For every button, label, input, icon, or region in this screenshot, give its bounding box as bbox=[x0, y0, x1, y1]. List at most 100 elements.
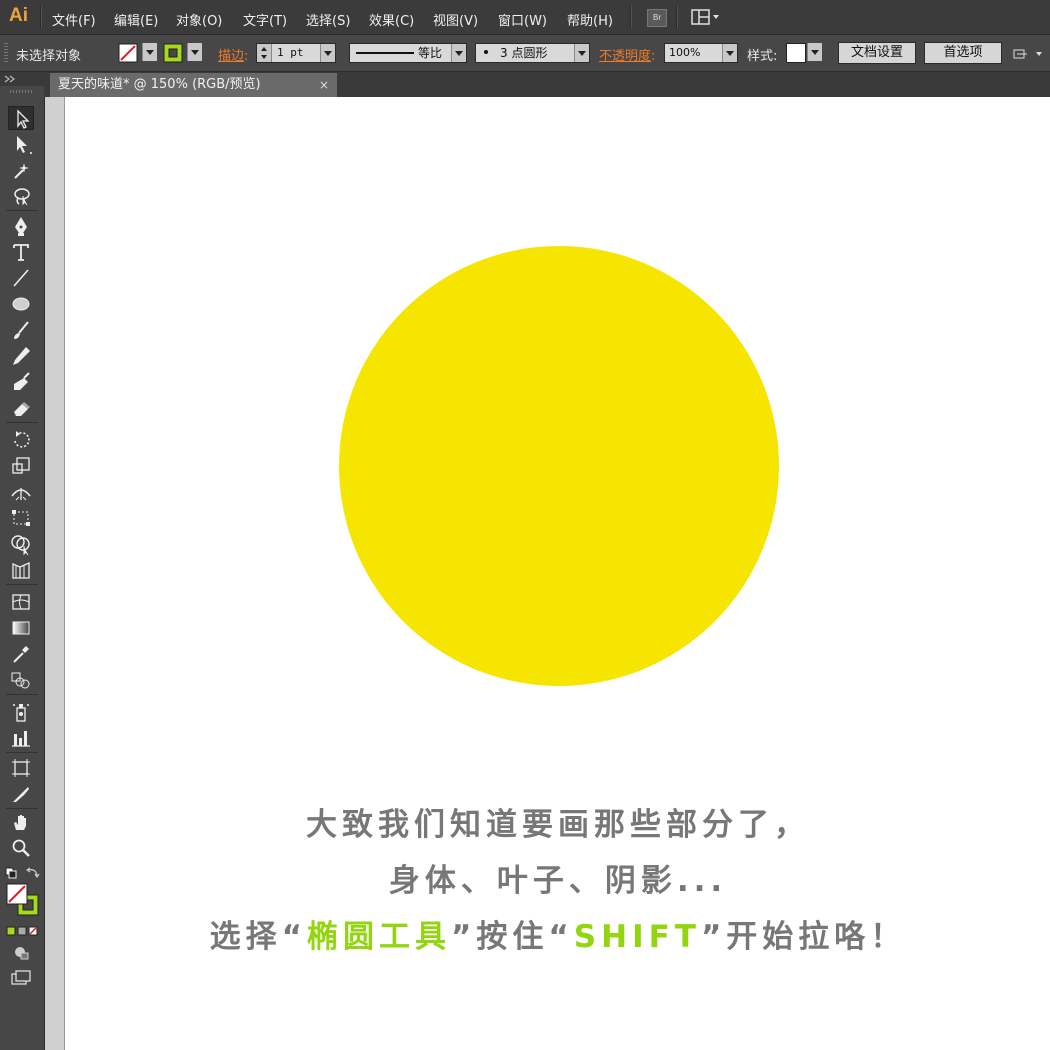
artboard-icon bbox=[12, 759, 30, 777]
selection-tool[interactable] bbox=[8, 106, 34, 130]
magic-wand-icon bbox=[14, 163, 29, 179]
tool-divider bbox=[6, 584, 38, 585]
column-graph-tool[interactable] bbox=[8, 726, 34, 750]
screen-mode-button[interactable] bbox=[10, 969, 34, 987]
line-segment-tool[interactable] bbox=[8, 266, 34, 290]
pencil-icon bbox=[13, 347, 30, 365]
pencil-tool[interactable] bbox=[8, 344, 34, 368]
stroke-swatch-icon bbox=[163, 43, 183, 63]
stroke-weight-value: 1 pt bbox=[277, 46, 304, 59]
stepper-icon[interactable] bbox=[257, 44, 272, 62]
selection-status: 未选择对象 bbox=[16, 49, 82, 64]
opacity-panel-link[interactable]: 不透明度: bbox=[599, 45, 655, 64]
rotate-tool[interactable] bbox=[8, 428, 34, 452]
shape-builder-icon bbox=[11, 535, 30, 556]
style-label: 样式: bbox=[747, 49, 778, 64]
perspective-grid-tool[interactable] bbox=[8, 558, 34, 582]
zoom-tool[interactable] bbox=[8, 836, 34, 860]
control-panel-menu-button[interactable] bbox=[1012, 45, 1046, 63]
chevron-down-icon bbox=[187, 43, 202, 61]
panel-menu-icon bbox=[1013, 49, 1042, 59]
opacity-field[interactable]: 100% bbox=[664, 43, 738, 63]
menu-type[interactable]: 文字(T) bbox=[243, 10, 287, 29]
menu-effect[interactable]: 效果(C) bbox=[369, 10, 414, 29]
shift-key-highlight: SHIFT bbox=[573, 919, 701, 955]
arrange-documents-button[interactable] bbox=[691, 9, 721, 25]
opacity-label[interactable]: 不透明度 bbox=[599, 49, 651, 64]
graphic-style-dropdown[interactable] bbox=[786, 43, 822, 63]
screen-mode-icon bbox=[11, 970, 31, 985]
paintbrush-icon bbox=[14, 321, 29, 339]
panel-grip[interactable] bbox=[10, 90, 34, 93]
magic-wand-tool[interactable] bbox=[8, 158, 34, 182]
stroke-panel-link[interactable]: 描边: bbox=[218, 45, 248, 64]
drawing-mode-button[interactable] bbox=[12, 945, 32, 961]
tool-divider bbox=[6, 210, 38, 211]
type-tool[interactable] bbox=[8, 240, 34, 264]
document-setup-button[interactable]: 文档设置 bbox=[838, 42, 916, 64]
hand-icon bbox=[14, 815, 26, 830]
menu-view[interactable]: 视图(V) bbox=[433, 10, 478, 29]
collapse-chevron-icon bbox=[4, 75, 15, 83]
menu-file[interactable]: 文件(F) bbox=[52, 10, 96, 29]
menu-object[interactable]: 对象(O) bbox=[176, 10, 222, 29]
close-icon[interactable]: × bbox=[319, 73, 329, 97]
artboard-tool[interactable] bbox=[8, 756, 34, 780]
mesh-tool[interactable] bbox=[8, 590, 34, 614]
lasso-tool[interactable] bbox=[8, 184, 34, 208]
panel-grip[interactable] bbox=[4, 43, 8, 63]
symbol-sprayer-tool[interactable] bbox=[8, 700, 34, 724]
fill-color-dropdown[interactable] bbox=[118, 43, 158, 63]
tools-panel-header[interactable] bbox=[0, 72, 44, 86]
pen-tool[interactable] bbox=[8, 214, 34, 238]
tutorial-caption-line-3: 选择“椭圆工具”按住“SHIFT”开始拉咯！ bbox=[65, 911, 1050, 956]
variable-width-profile-dropdown[interactable]: 等比 bbox=[349, 43, 467, 63]
menu-separator bbox=[630, 6, 632, 28]
menu-window[interactable]: 窗口(W) bbox=[498, 10, 547, 29]
brush-definition-dropdown[interactable]: 3 点圆形 bbox=[475, 43, 590, 63]
color-gradient-none-icons bbox=[6, 926, 38, 936]
slice-knife-icon bbox=[13, 787, 29, 802]
stroke-color-dropdown[interactable] bbox=[163, 43, 203, 63]
stroke-weight-field[interactable]: 1 pt bbox=[256, 43, 336, 63]
yellow-circle-shape[interactable] bbox=[339, 246, 779, 686]
shape-builder-tool[interactable] bbox=[8, 532, 34, 556]
stroke-profile-label: 等比 bbox=[418, 46, 443, 60]
menu-edit[interactable]: 编辑(E) bbox=[114, 10, 158, 29]
hand-tool[interactable] bbox=[8, 810, 34, 834]
width-tool[interactable] bbox=[8, 480, 34, 504]
stroke-label[interactable]: 描边 bbox=[218, 49, 244, 64]
paintbrush-tool[interactable] bbox=[8, 318, 34, 342]
menu-select[interactable]: 选择(S) bbox=[306, 10, 350, 29]
column-graph-icon bbox=[12, 731, 30, 747]
artboard[interactable]: 大致我们知道要画那些部分了， 身体、叶子、阴影... 选择“椭圆工具”按住“SH… bbox=[64, 97, 1050, 1050]
scale-tool[interactable] bbox=[8, 454, 34, 478]
free-transform-tool[interactable] bbox=[8, 506, 34, 530]
color-mode-buttons[interactable] bbox=[6, 925, 40, 937]
blend-tool[interactable] bbox=[8, 668, 34, 692]
eyedropper-tool[interactable] bbox=[8, 642, 34, 666]
swap-colors-button[interactable] bbox=[25, 866, 40, 880]
gradient-tool[interactable] bbox=[8, 616, 34, 640]
menu-help[interactable]: 帮助(H) bbox=[567, 10, 613, 29]
tutorial-caption-line-1: 大致我们知道要画那些部分了， bbox=[306, 807, 810, 843]
slice-tool[interactable] bbox=[8, 782, 34, 806]
tool-divider bbox=[6, 694, 38, 695]
document-tab[interactable]: 夏天的味道* @ 150% (RGB/预览) × bbox=[50, 73, 337, 97]
menu-separator bbox=[676, 6, 678, 28]
ellipse-tool[interactable] bbox=[8, 292, 34, 316]
eraser-icon bbox=[14, 402, 30, 416]
app-logo: Ai bbox=[9, 5, 28, 26]
caption-text: 选择“ bbox=[209, 919, 308, 955]
eraser-tool[interactable] bbox=[8, 396, 34, 420]
chevron-down-icon bbox=[574, 44, 589, 62]
selection-arrow-icon bbox=[17, 109, 30, 129]
direct-selection-tool[interactable] bbox=[8, 132, 34, 156]
blob-brush-tool[interactable] bbox=[8, 370, 34, 394]
swap-arrows-icon bbox=[25, 867, 40, 879]
fill-stroke-swatches[interactable] bbox=[5, 882, 41, 918]
bridge-button[interactable]: Br bbox=[647, 9, 667, 27]
preferences-button[interactable]: 首选项 bbox=[924, 42, 1002, 64]
blend-icon bbox=[11, 672, 30, 689]
tool-divider bbox=[6, 422, 38, 423]
